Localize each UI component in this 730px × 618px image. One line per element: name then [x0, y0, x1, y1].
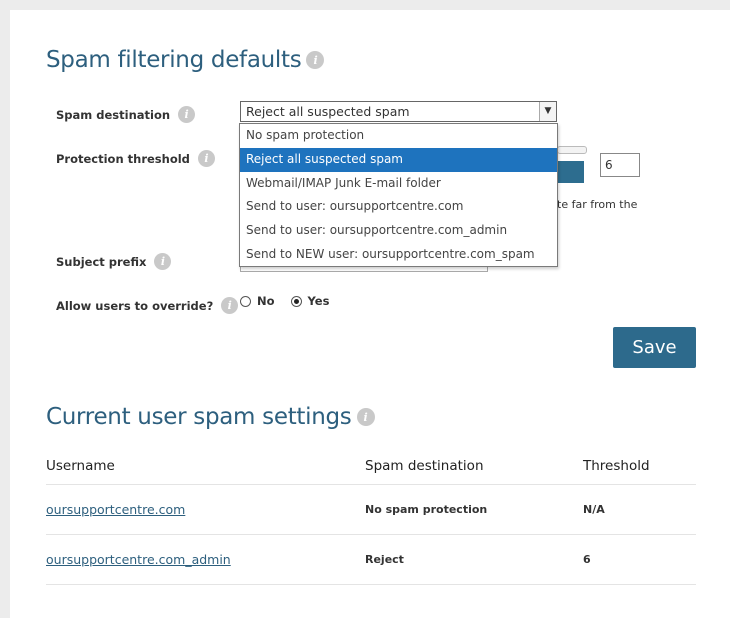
info-icon[interactable]: i — [356, 408, 375, 426]
username-link[interactable]: oursupportcentre.com_admin — [46, 552, 231, 567]
current-settings-title-text: Current user spam settings — [46, 404, 352, 430]
info-icon[interactable]: i — [178, 106, 196, 123]
spam-destination-dropdown: No spam protection Reject all suspected … — [239, 123, 558, 267]
subject-prefix-label-text: Subject prefix — [56, 254, 147, 269]
chevron-down-icon[interactable]: ▼ — [539, 102, 556, 121]
protection-threshold-label: Protection threshold i — [56, 150, 215, 167]
threshold-slider-track[interactable] — [557, 146, 587, 154]
table-divider — [46, 534, 696, 535]
defaults-title-text: Spam filtering defaults — [46, 47, 302, 73]
save-button[interactable]: Save — [613, 327, 696, 368]
override-no-label[interactable]: No — [257, 294, 275, 308]
username-link[interactable]: oursupportcentre.com — [46, 502, 185, 517]
spam-destination-label-text: Spam destination — [56, 107, 171, 122]
threshold-value-input[interactable]: 6 — [600, 153, 640, 177]
table-cell-destination: No spam protection — [365, 503, 488, 516]
dropdown-option[interactable]: No spam protection — [240, 124, 557, 148]
allow-override-label: Allow users to override? i — [56, 297, 239, 314]
info-icon[interactable]: i — [197, 150, 215, 167]
dropdown-option[interactable]: Send to NEW user: oursupportcentre.com_s… — [240, 243, 557, 267]
info-icon[interactable]: i — [154, 253, 172, 270]
threshold-slider-fill[interactable] — [557, 161, 584, 183]
allow-override-label-text: Allow users to override? — [56, 298, 214, 313]
column-header-spam-destination: Spam destination — [365, 458, 484, 474]
subject-prefix-label: Subject prefix i — [56, 253, 172, 270]
dropdown-option[interactable]: Send to user: oursupportcentre.com_admin — [240, 219, 557, 243]
info-icon[interactable]: i — [221, 297, 239, 314]
table-divider — [46, 584, 696, 585]
allow-override-radio-group: No Yes — [240, 294, 345, 308]
threshold-value: 6 — [605, 158, 613, 172]
column-header-threshold: Threshold — [583, 458, 650, 474]
protection-threshold-label-text: Protection threshold — [56, 151, 190, 166]
spam-destination-select[interactable]: Reject all suspected spam ▼ — [240, 101, 557, 122]
defaults-title: Spam filtering defaults i — [46, 47, 325, 73]
dropdown-option[interactable]: Webmail/IMAP Junk E-mail folder — [240, 172, 557, 196]
dropdown-option-highlighted[interactable]: Reject all suspected spam — [240, 147, 557, 172]
spam-settings-panel: Spam filtering defaults i Spam destinati… — [10, 10, 730, 618]
override-no-radio[interactable] — [240, 295, 251, 307]
current-settings-title: Current user spam settings i — [46, 404, 375, 430]
table-cell-threshold: N/A — [583, 503, 605, 516]
threshold-hint-text: te far from the — [557, 198, 638, 211]
column-header-username: Username — [46, 458, 115, 474]
dropdown-option[interactable]: Send to user: oursupportcentre.com — [240, 195, 557, 219]
table-cell-threshold: 6 — [583, 553, 591, 566]
override-yes-radio[interactable] — [290, 295, 302, 307]
override-yes-label[interactable]: Yes — [308, 294, 330, 308]
spam-destination-selected-value: Reject all suspected spam — [246, 104, 410, 119]
table-divider — [46, 484, 696, 485]
table-cell-destination: Reject — [365, 553, 404, 566]
spam-destination-label: Spam destination i — [56, 106, 196, 123]
info-icon[interactable]: i — [306, 51, 325, 69]
